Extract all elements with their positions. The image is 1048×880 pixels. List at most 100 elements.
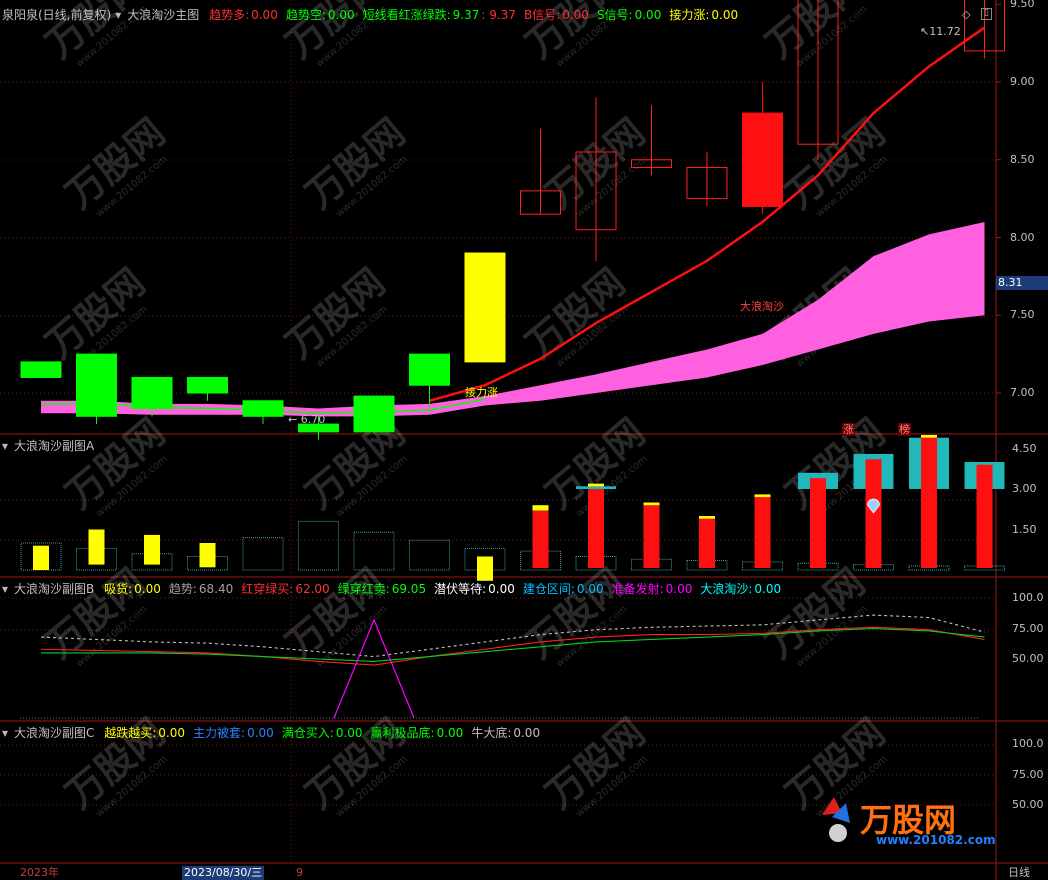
main-label-3: B信号:: [523, 8, 561, 22]
sub-a-title[interactable]: 大浪淘沙副图A: [14, 439, 94, 453]
sub-b-title[interactable]: 大浪淘沙副图B: [14, 582, 94, 596]
sub-c-title[interactable]: 大浪淘沙副图C: [14, 726, 94, 740]
c-value-1: 0.00: [247, 726, 274, 740]
a-yellow-13: [754, 494, 771, 498]
main-value-3: 0.00: [562, 8, 589, 22]
low-price-label: ← 6.70: [288, 413, 326, 426]
b-label-3: 绿穿红卖:: [337, 582, 390, 596]
price-tick-6: 8.50: [1010, 152, 1035, 166]
main-value-0: 0.00: [251, 8, 278, 22]
a-red-13: [754, 497, 771, 568]
a-yellow-12: [699, 516, 715, 519]
chevron-down-icon[interactable]: ▾: [115, 8, 121, 22]
main-label-0: 趋势多:: [209, 8, 250, 22]
b-label-0: 吸货:: [104, 582, 133, 596]
chevron-down-icon[interactable]: ▾: [2, 439, 8, 453]
main-label-1: 趋势空:: [285, 8, 326, 22]
price-tick-8: 7.50: [1010, 308, 1035, 322]
c-label-4: 牛大底:: [471, 726, 512, 740]
c-value-3: 0.00: [436, 726, 464, 740]
a-tick-1: 3.00: [1012, 482, 1037, 495]
price-tick-5: 9.00: [1010, 75, 1035, 88]
a-yellow-3: [199, 543, 216, 568]
sub-b-header: ▾ 大浪淘沙副图B 吸货: 0.00 趋势: 68.40 红穿绿买: 62.00 绿穿红卖: 6…: [2, 581, 795, 597]
brand-watermark: 万股网 www.201082.com: [816, 793, 1016, 856]
price-tick-7: 8.00: [1010, 230, 1035, 244]
b-label-5: 建仓区间:: [522, 582, 575, 596]
b-value-1: 68.40: [198, 582, 234, 596]
b-value-4: 0.00: [488, 582, 515, 596]
c-value-2: 0.00: [335, 726, 363, 740]
diamond-icon[interactable]: ◇: [962, 8, 970, 21]
main-indicator-values: 趋势多: 0.00 趋势空: 0.00 短线看红涨绿跌: 9.37: 9.37 B信号: 0.…: [209, 8, 746, 22]
main-value-1: 0.00: [327, 8, 355, 22]
window-toggle-icon[interactable]: ▯: [981, 8, 992, 20]
c-value-0: 0.00: [158, 726, 186, 740]
main-value-5: 0.00: [711, 8, 739, 22]
a-red-14: [810, 478, 826, 568]
a-tick-2: 1.50: [1012, 522, 1037, 536]
trend-band: [41, 221, 985, 417]
b-label-7: 大浪淘沙:: [700, 582, 753, 596]
high-price-label: ↖11.72: [920, 25, 961, 38]
a-red-12: [699, 518, 715, 568]
b-tick-2: 50.00: [1012, 652, 1044, 665]
timeline-year: 2023年: [20, 866, 59, 879]
main-label-2: 短线看红涨绿跌:: [362, 8, 451, 22]
a-box-4: [242, 537, 284, 571]
price-tick-9: 7.00: [1010, 386, 1035, 399]
candle-2: [131, 376, 173, 410]
main-value2-2: : 9.37: [481, 8, 516, 22]
signal-zhang-badge: 涨: [842, 423, 855, 436]
b-label-1: 趋势:: [168, 582, 197, 596]
sub-b-values: 吸货: 0.00 趋势: 68.40 红穿绿买: 62.00 绿穿红卖: 69.05 潜伏等待:…: [104, 582, 789, 596]
chevron-down-icon[interactable]: ▾: [2, 582, 8, 596]
c-tick-0: 100.0: [1012, 737, 1044, 750]
watermark-tile: 万股网www.201082.com: [58, 410, 174, 520]
sub-a-header: ▾ 大浪淘沙副图A: [2, 438, 100, 454]
a-yellow-16: [921, 435, 937, 438]
ma-red-line: [429, 26, 986, 402]
c-tick-1: 75.00: [1012, 767, 1044, 781]
watermark-tile: 万股网www.201082.com: [778, 110, 894, 220]
a-yellow-2: [144, 534, 160, 565]
high-price-value: 11.72: [929, 25, 961, 38]
b-tick-0: 100.0: [1012, 591, 1044, 604]
c-label-1: 主力被套:: [193, 726, 246, 740]
price-tick-4: 9.50: [1010, 0, 1035, 11]
stock-title[interactable]: 泉阳泉(日线,前复权): [2, 8, 111, 22]
b-value-0: 0.00: [134, 582, 161, 596]
main-label-4: S信号:: [596, 8, 633, 22]
a-red-9: [532, 510, 549, 568]
a-yellow-9: [532, 505, 549, 511]
main-value-2: 9.37: [452, 8, 480, 22]
b-label-6: 准备发射:: [611, 582, 664, 596]
b-value-5: 0.00: [576, 582, 604, 596]
a-cyan-10: [576, 486, 616, 489]
b-value-7: 0.00: [754, 582, 782, 596]
timeline-current-date[interactable]: 2023/08/30/三: [182, 866, 265, 880]
stock-chart-canvas: 万股网www.201082.com 万股网www.201082.com 万股网www…: [0, 0, 1048, 880]
watermark-tile: 万股网www.201082.com: [538, 710, 654, 820]
a-box-7: [409, 539, 450, 571]
a-box-5: [298, 520, 339, 571]
b-tick-1: 75.00: [1012, 621, 1044, 635]
current-price-tag: 8.31: [996, 276, 1048, 290]
candle-0: [20, 361, 62, 378]
chevron-down-icon[interactable]: ▾: [2, 726, 8, 740]
a-red-17: [976, 464, 993, 568]
a-yellow-8: [477, 556, 493, 581]
a-red-16: [921, 437, 937, 568]
sub-c-header: ▾ 大浪淘沙副图C 越跌越买: 0.00 主力被套: 0.00 满仓买入: 0.00 赢利极品…: [2, 725, 554, 741]
main-label-5: 接力涨:: [669, 8, 710, 22]
a-yellow-11: [643, 502, 660, 506]
candle-4: [242, 400, 284, 417]
period-label[interactable]: 日线: [1008, 866, 1030, 880]
main-indicator-name[interactable]: 大浪淘沙主图: [127, 8, 199, 22]
b-value-3: 69.05: [391, 582, 427, 596]
b-label-2: 红穿绿买:: [241, 582, 294, 596]
c-label-0: 越跌越买:: [104, 726, 157, 740]
signal-jieli-label: 接力涨: [465, 386, 498, 399]
watermark-tile: 万股网www.201082.com: [298, 110, 414, 220]
low-price-value: 6.70: [300, 413, 326, 426]
